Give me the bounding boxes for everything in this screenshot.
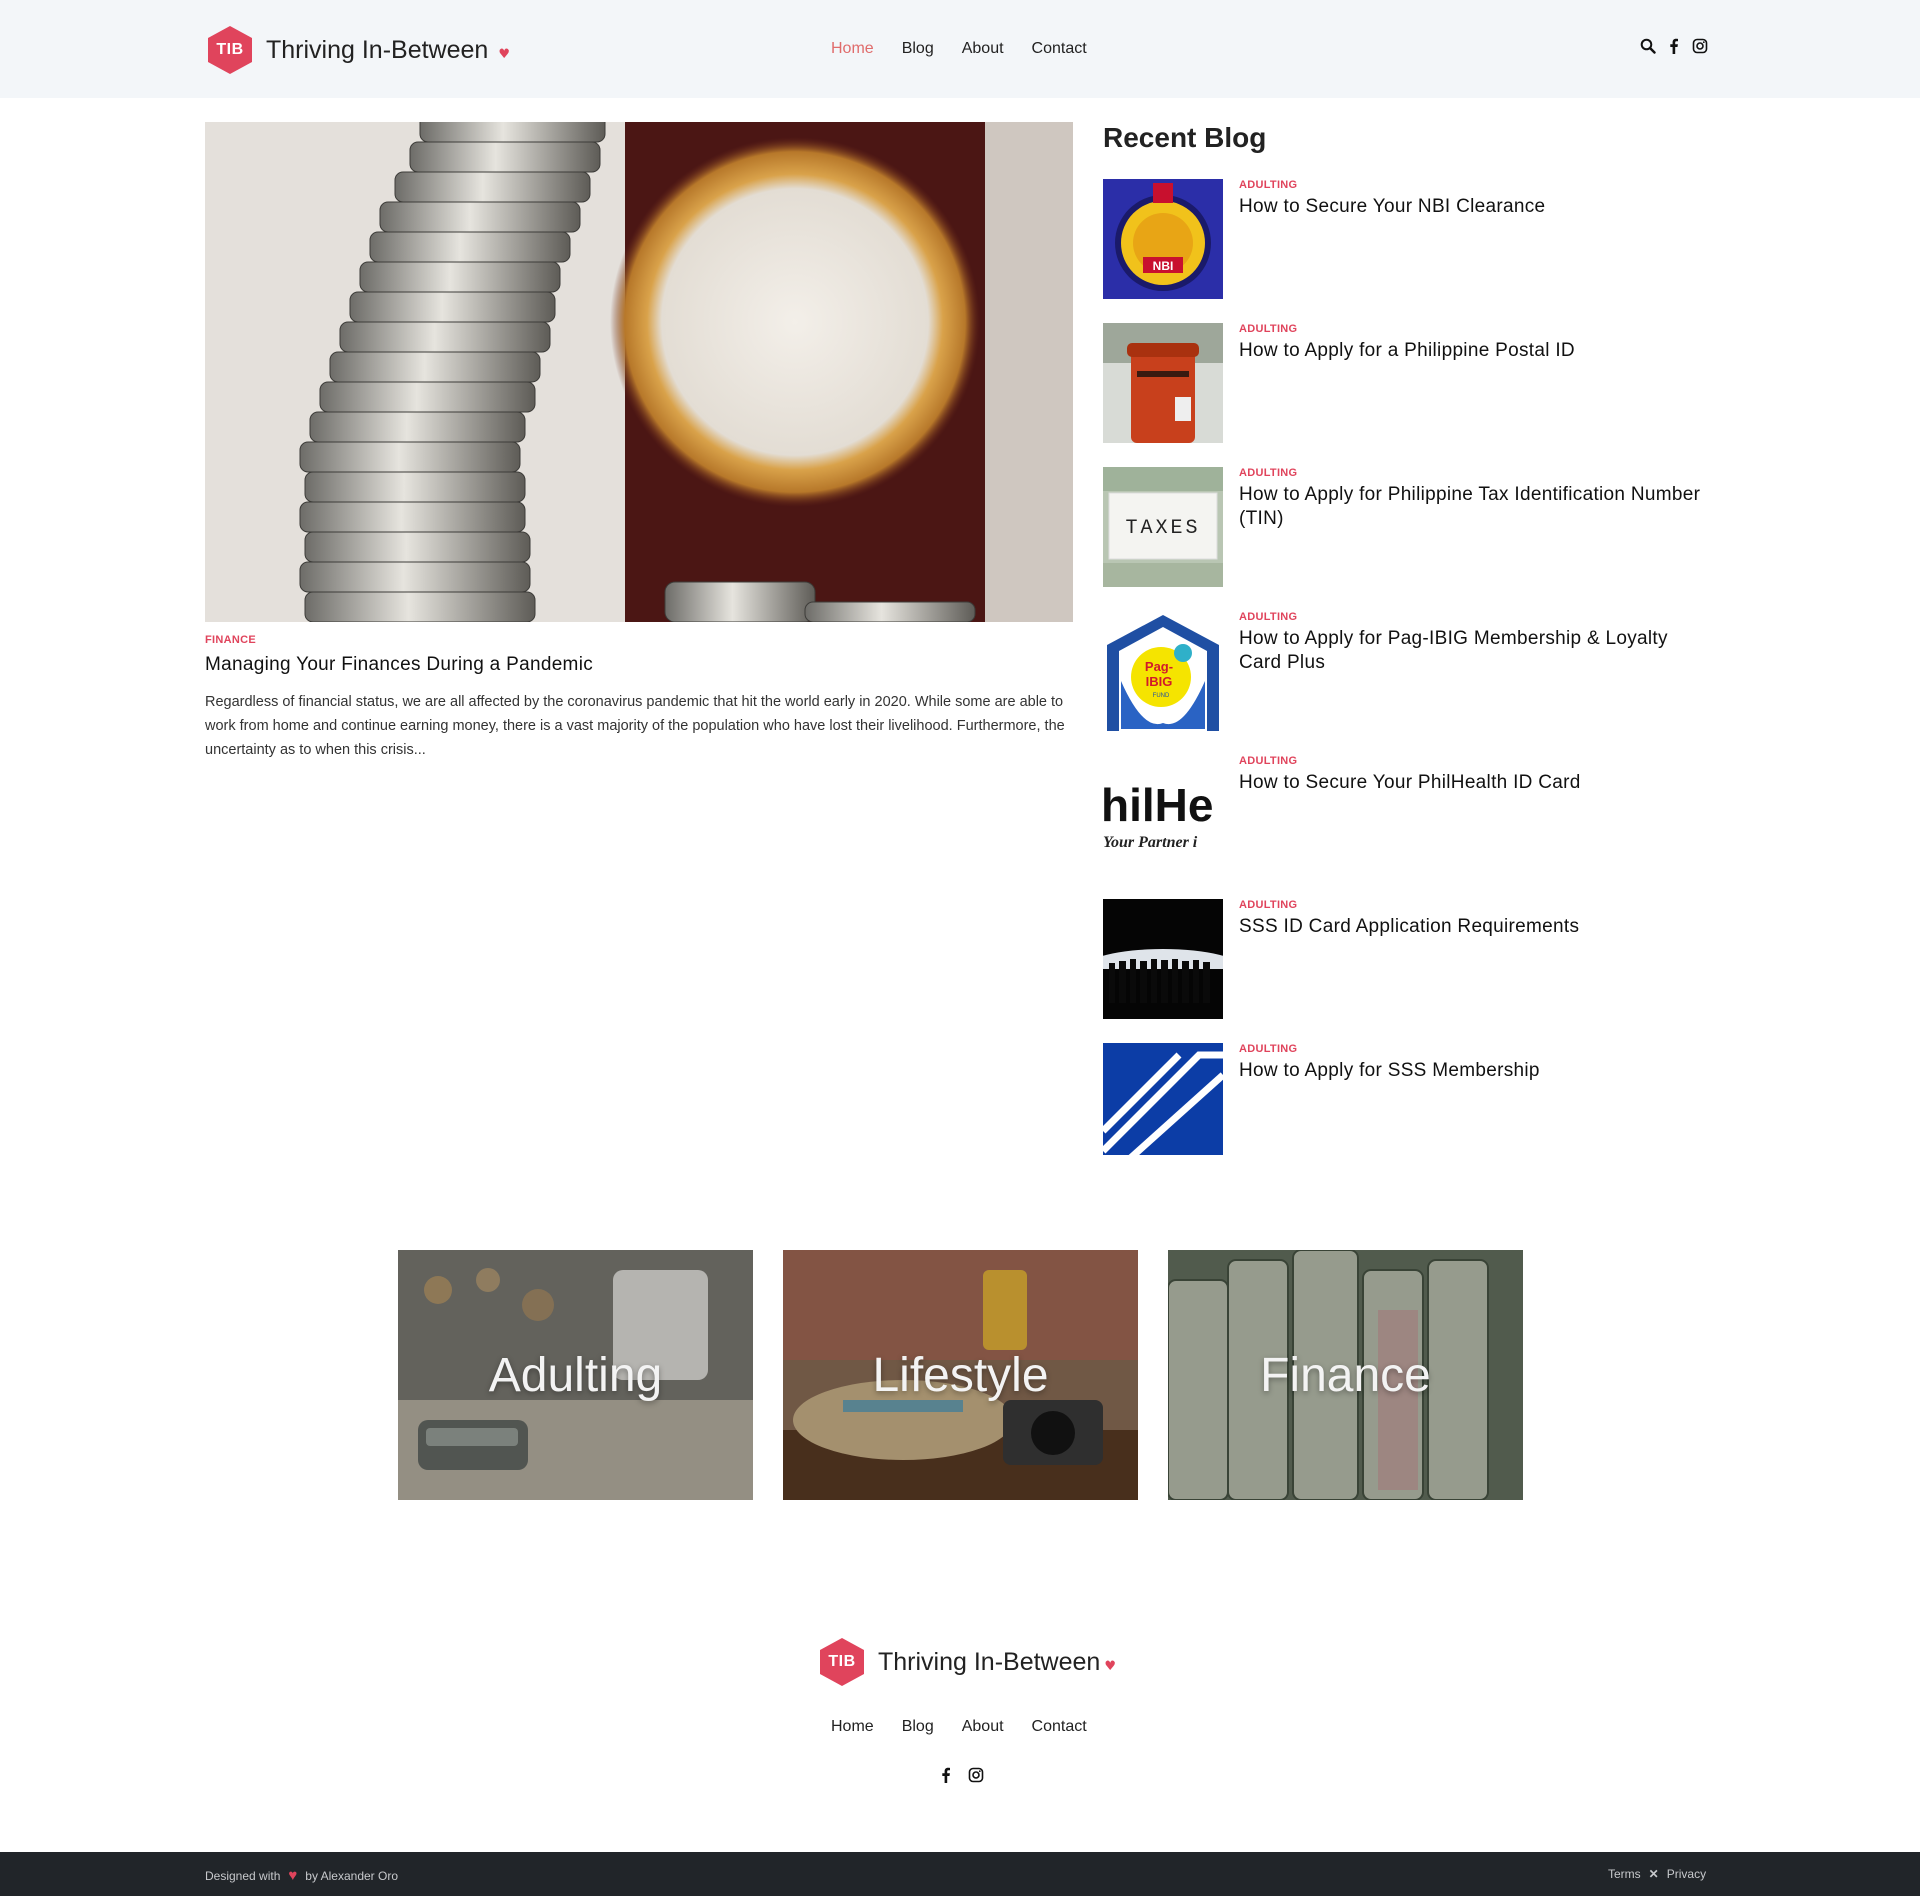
post-title[interactable]: How to Secure Your PhilHealth ID Card (1239, 771, 1709, 795)
philhealth-text-1: hilHe (1103, 779, 1213, 831)
pagibig-text-3: FUND (1153, 693, 1170, 699)
philhealth-text-2: Your Partner i (1103, 834, 1198, 851)
logo-hexagon: TIB (208, 26, 252, 74)
recent-post[interactable]: ADULTING SSS ID Card Application Require… (1103, 899, 1723, 1019)
recent-post[interactable]: NBI ADULTING How to Secure Your NBI Clea… (1103, 179, 1723, 299)
recent-post[interactable]: ADULTING How to Apply for SSS Membership (1103, 1043, 1723, 1163)
post-thumbnail[interactable]: hilHe Your Partner i (1103, 755, 1223, 875)
brand-name: Thriving In-Between (266, 35, 489, 64)
post-thumbnail[interactable]: TAXES (1103, 467, 1223, 587)
post-category[interactable]: ADULTING (1239, 1043, 1297, 1055)
site-header: TIB Thriving In-Between ♥ Home Blog Abou… (0, 0, 1920, 98)
instagram-icon[interactable] (968, 1767, 984, 1783)
recent-post[interactable]: ADULTING How to Apply for a Philippine P… (1103, 323, 1723, 443)
post-title[interactable]: How to Apply for Philippine Tax Identifi… (1239, 483, 1709, 531)
nav-home[interactable]: Home (831, 40, 874, 58)
heart-icon: ♥ (288, 1867, 298, 1884)
post-thumbnail[interactable]: NBI (1103, 179, 1223, 299)
footer-nav-home[interactable]: Home (831, 1718, 874, 1736)
category-card-lifestyle[interactable]: Lifestyle (783, 1250, 1138, 1500)
pagibig-text-2: IBIG (1146, 674, 1173, 689)
category-label: Finance (1260, 1348, 1431, 1402)
post-title[interactable]: How to Apply for a Philippine Postal ID (1239, 339, 1709, 363)
recent-post[interactable]: Pag- IBIG FUND ADULTING How to Apply for… (1103, 611, 1723, 731)
footer-nav-contact[interactable]: Contact (1032, 1718, 1087, 1736)
post-title[interactable]: How to Secure Your NBI Clearance (1239, 195, 1709, 219)
featured-image[interactable] (205, 122, 1073, 622)
privacy-link[interactable]: Privacy (1667, 1867, 1706, 1881)
recent-post[interactable]: TAXES ADULTING How to Apply for Philippi… (1103, 467, 1723, 587)
post-thumbnail[interactable]: Pag- IBIG FUND (1103, 611, 1223, 731)
post-category[interactable]: ADULTING (1239, 467, 1297, 479)
legal-links: Terms ✕ Privacy (1608, 1867, 1706, 1881)
close-icon: ✕ (1648, 1867, 1659, 1881)
heart-icon: ♥ (1104, 1658, 1116, 1674)
logo-hexagon: TIB (820, 1638, 864, 1686)
instagram-icon[interactable] (1692, 38, 1708, 54)
nav-contact[interactable]: Contact (1032, 40, 1087, 58)
post-thumbnail[interactable] (1103, 323, 1223, 443)
facebook-icon[interactable] (1666, 38, 1682, 54)
post-title[interactable]: How to Apply for Pag-IBIG Membership & L… (1239, 627, 1709, 675)
recent-post[interactable]: hilHe Your Partner i ADULTING How to Sec… (1103, 755, 1723, 875)
nav-about[interactable]: About (962, 40, 1004, 58)
site-logo[interactable]: TIB Thriving In-Between ♥ (208, 26, 510, 74)
post-category[interactable]: ADULTING (1239, 611, 1297, 623)
terms-link[interactable]: Terms (1608, 1867, 1641, 1881)
category-card-finance[interactable]: Finance (1168, 1250, 1523, 1500)
featured-excerpt: Regardless of financial status, we are a… (205, 694, 1065, 758)
post-title[interactable]: SSS ID Card Application Requirements (1239, 915, 1709, 939)
bottom-bar: Designed with ♥ by Alexander Oro Terms ✕… (0, 1852, 1920, 1896)
category-card-adulting[interactable]: Adulting (398, 1250, 753, 1500)
footer-nav: Home Blog About Contact (831, 1718, 1115, 1736)
footer-nav-about[interactable]: About (962, 1718, 1004, 1736)
post-category[interactable]: ADULTING (1239, 755, 1297, 767)
heart-icon: ♥ (498, 46, 510, 62)
post-title[interactable]: How to Apply for SSS Membership (1239, 1059, 1709, 1083)
category-label: Lifestyle (872, 1348, 1049, 1402)
post-thumbnail[interactable] (1103, 1043, 1223, 1163)
credits: Designed with ♥ by Alexander Oro (205, 1867, 398, 1884)
category-label: Adulting (488, 1348, 663, 1402)
pagibig-text-1: Pag- (1145, 659, 1173, 674)
search-icon[interactable] (1640, 38, 1656, 54)
main-nav: Home Blog About Contact (831, 40, 1115, 58)
featured-category[interactable]: FINANCE (205, 634, 256, 646)
featured-title[interactable]: Managing Your Finances During a Pandemic (205, 654, 593, 676)
post-thumbnail[interactable] (1103, 899, 1223, 1019)
taxes-text: TAXES (1125, 517, 1200, 540)
footer-nav-blog[interactable]: Blog (902, 1718, 934, 1736)
post-category[interactable]: ADULTING (1239, 323, 1297, 335)
facebook-icon[interactable] (938, 1767, 954, 1783)
post-category[interactable]: ADULTING (1239, 179, 1297, 191)
brand-name: Thriving In-Between (878, 1647, 1101, 1676)
designed-with-text: Designed with (205, 1868, 281, 1883)
nbi-text: NBI (1153, 259, 1174, 273)
footer-logo[interactable]: TIB Thriving In-Between ♥ (820, 1638, 1116, 1686)
header-icons (1640, 38, 1708, 54)
post-category[interactable]: ADULTING (1239, 899, 1297, 911)
footer-social-icons (938, 1767, 984, 1783)
sidebar-title: Recent Blog (1103, 122, 1267, 153)
nav-blog[interactable]: Blog (902, 40, 934, 58)
author-credit: by Alexander Oro (305, 1868, 398, 1883)
